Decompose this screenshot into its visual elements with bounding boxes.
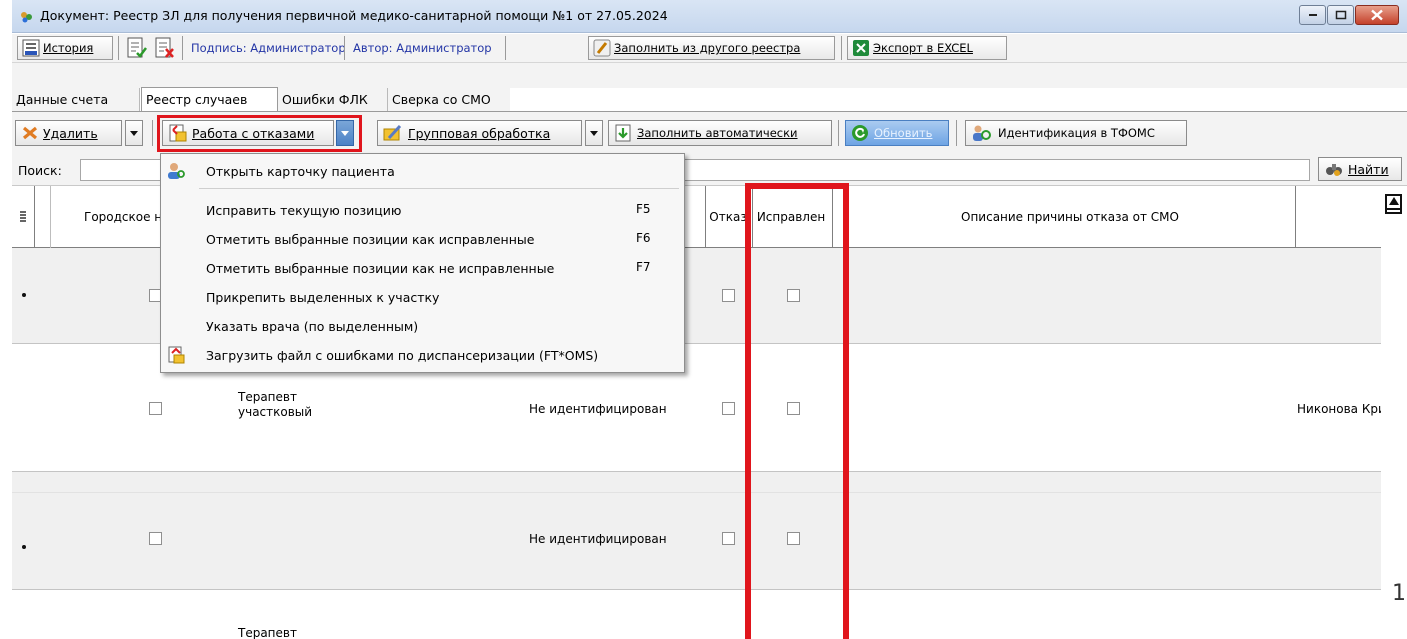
delete-x-icon — [22, 126, 38, 140]
tfoms-identification-button[interactable]: Идентификация в ТФОМС — [965, 120, 1187, 146]
note-pencil-icon — [593, 39, 611, 57]
specialty-text: Терапевт — [238, 626, 297, 639]
menu-item-mark-fixed[interactable]: Отметить выбранные позиции как исправлен… — [161, 226, 684, 252]
doctor-name: Никонова Кри — [1297, 402, 1381, 416]
table-row[interactable] — [12, 590, 1381, 639]
refusal-checkbox[interactable] — [722, 402, 735, 415]
highlight-rejections — [157, 115, 362, 152]
rejections-menu: Открыть карточку пациента Исправить теку… — [160, 153, 685, 373]
group-processing-button[interactable]: Групповая обработка — [377, 120, 582, 146]
document-upload-icon — [168, 346, 185, 364]
column-header-reason[interactable]: Описание причины отказа от СМО — [845, 186, 1295, 248]
sign-icon — [127, 37, 147, 58]
unsign-document-button[interactable] — [155, 37, 175, 62]
minimize-button[interactable] — [1299, 5, 1326, 25]
vertical-scrollbar[interactable] — [1381, 186, 1407, 639]
cases-toolbar: Удалить Работа с отказами Групповая обра… — [12, 112, 1407, 154]
city-checkbox[interactable] — [149, 402, 162, 415]
close-icon — [1371, 9, 1383, 21]
download-doc-icon — [615, 124, 631, 142]
autofill-button[interactable]: Заполнить автоматически — [608, 120, 832, 146]
menu-item-assign-doctor[interactable]: Указать врача (по выделенным) — [161, 313, 684, 339]
identification-status: Не идентифицирован — [529, 532, 667, 546]
refresh-button[interactable]: Обновить — [845, 120, 949, 146]
excel-icon — [853, 40, 869, 56]
menu-item-mark-not-fixed[interactable]: Отметить выбранные позиции как не исправ… — [161, 255, 684, 281]
maximize-button[interactable] — [1327, 5, 1354, 25]
delete-button[interactable]: Удалить — [15, 120, 122, 146]
minimize-icon — [1308, 14, 1317, 16]
tab-smo-reconcile[interactable]: Сверка со СМО — [388, 88, 510, 112]
window-title-bar: Документ: Реестр ЗЛ для получения первич… — [12, 0, 1407, 33]
scroll-top-icon[interactable] — [1385, 194, 1402, 214]
users-search-icon — [973, 125, 991, 141]
close-button[interactable] — [1355, 5, 1399, 25]
window-title: Документ: Реестр ЗЛ для получения первич… — [40, 8, 668, 23]
menu-item-fix-current[interactable]: Исправить текущую позицию F5 — [161, 197, 684, 223]
page-number: 11 — [1392, 581, 1407, 606]
delete-dropdown-arrow[interactable] — [125, 120, 143, 146]
unsign-icon — [155, 37, 174, 58]
column-chooser-icon[interactable] — [12, 186, 34, 248]
menu-item-load-error-file[interactable]: Загрузить файл с ошибками по диспансериз… — [161, 342, 684, 368]
specialty-text: Терапевт — [238, 390, 297, 404]
signed-by-label: Подпись: Администратор — [191, 41, 346, 55]
binoculars-icon — [1326, 164, 1342, 176]
document-toolbar: История Подпись: Администратор Автор: Ад… — [12, 34, 1407, 63]
identification-status: Не идентифицирован — [529, 402, 667, 416]
find-button[interactable]: Найти — [1318, 157, 1402, 181]
author-label: Автор: Администратор — [353, 41, 492, 55]
patient-card-icon — [168, 163, 185, 179]
tab-flk-errors[interactable]: Ошибки ФЛК — [278, 88, 388, 112]
menu-item-attach-to-district[interactable]: Прикрепить выделенных к участку — [161, 284, 684, 310]
fill-from-other-register-button[interactable]: Заполнить из другого реестра — [588, 36, 835, 60]
city-checkbox[interactable] — [149, 532, 162, 545]
export-excel-button[interactable]: Экспорт в EXCEL — [847, 36, 1007, 60]
specialty-text: участковый — [238, 405, 313, 419]
highlight-fixed-column — [745, 183, 849, 639]
refresh-icon — [852, 125, 868, 141]
log-icon — [22, 39, 40, 57]
refusal-checkbox[interactable] — [722, 532, 735, 545]
search-label: Поиск: — [18, 163, 62, 178]
history-button[interactable]: История — [17, 36, 113, 60]
pencil-folder-icon — [383, 124, 402, 141]
sign-document-button[interactable] — [127, 37, 147, 62]
tab-cases-register[interactable]: Реестр случаев — [141, 87, 278, 112]
menu-item-open-patient-card[interactable]: Открыть карточку пациента — [161, 158, 684, 184]
group-dropdown-arrow[interactable] — [585, 120, 603, 146]
refusal-checkbox[interactable] — [722, 289, 735, 302]
table-row[interactable] — [12, 493, 1381, 589]
tab-account-data[interactable]: Данные счета — [12, 88, 140, 112]
maximize-icon — [1335, 10, 1346, 20]
document-icon — [21, 12, 32, 23]
